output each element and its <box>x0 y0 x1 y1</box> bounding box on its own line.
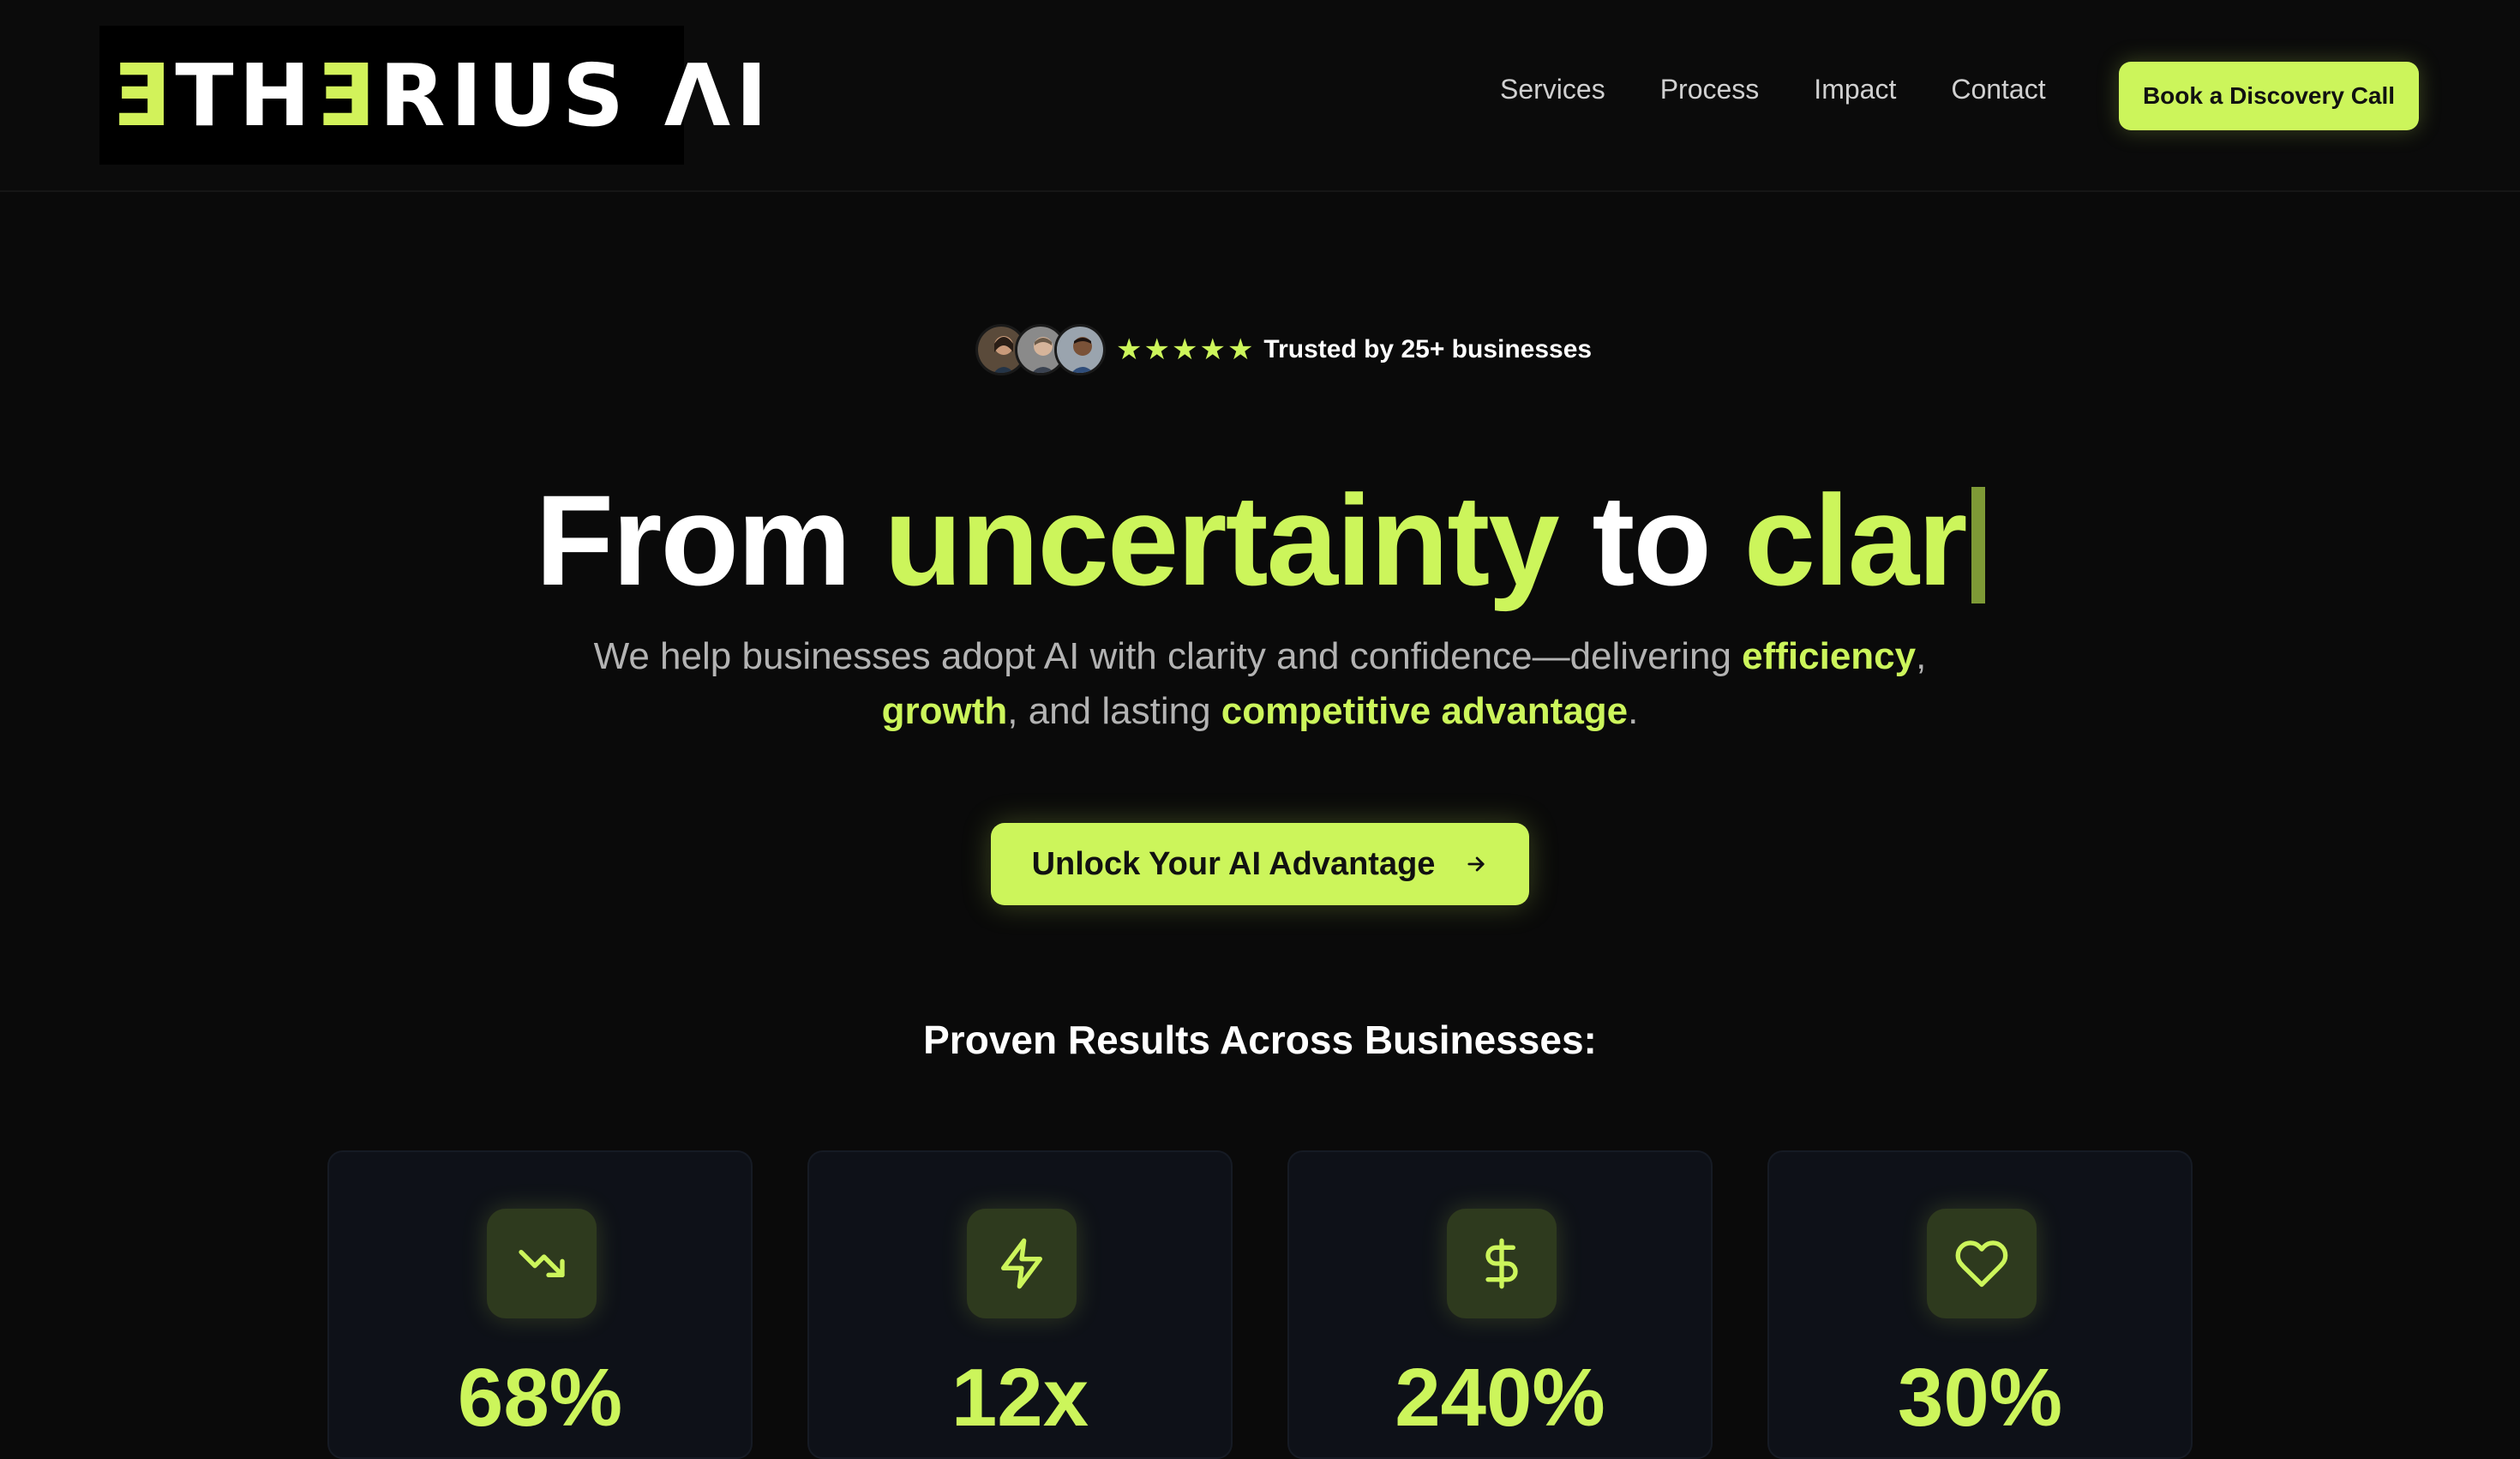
highlight-growth: growth <box>881 690 1008 732</box>
subheadline-text: We help businesses adopt AI with clarity… <box>593 635 1743 677</box>
stat-value: 12x <box>951 1352 1089 1444</box>
subheadline-text: , <box>1916 635 1927 677</box>
nav-services[interactable]: Services <box>1500 74 1605 105</box>
stat-card: 12x <box>807 1150 1233 1459</box>
logo-letter-e: Ǝ <box>111 45 176 146</box>
highlight-efficiency: efficiency <box>1742 635 1917 677</box>
logo-letters-th: TH <box>175 45 316 146</box>
headline-highlight: uncertainty <box>884 468 1560 612</box>
arrow-right-icon <box>1467 856 1485 872</box>
headline-text: From <box>535 468 885 612</box>
logo[interactable]: ƎTHƎRIUS ΛI <box>99 26 767 165</box>
cta-label: Unlock Your AI Advantage <box>1031 845 1436 882</box>
typing-caret <box>1971 487 1985 603</box>
stat-card: 240% <box>1287 1150 1713 1459</box>
heart-icon <box>1927 1209 2037 1318</box>
stat-value: 30% <box>1897 1352 2063 1444</box>
subheadline-text: , and lasting <box>1007 690 1221 732</box>
star-icon: ★ <box>1171 333 1198 366</box>
hero-subheadline: We help businesses adopt AI with clarity… <box>489 629 2031 739</box>
trust-text: Trusted by 25+ businesses <box>1263 335 1593 363</box>
lightning-icon <box>967 1209 1077 1318</box>
unlock-ai-advantage-button[interactable]: Unlock Your AI Advantage <box>991 823 1529 905</box>
logo-letter-e2: Ǝ <box>315 45 380 146</box>
book-discovery-call-button[interactable]: Book a Discovery Call <box>2119 62 2419 130</box>
site-header: ƎTHƎRIUS ΛI Services Process Impact Cont… <box>0 0 2520 192</box>
trending-down-icon <box>487 1209 597 1318</box>
stat-value: 240% <box>1395 1352 1605 1444</box>
nav-impact[interactable]: Impact <box>1814 74 1896 105</box>
headline-typing-word: clar <box>1743 468 1968 612</box>
rating-stars: ★ ★ ★ ★ ★ <box>1116 335 1253 364</box>
star-icon: ★ <box>1227 333 1254 366</box>
star-icon: ★ <box>1116 333 1143 366</box>
logo-letters-rius: RIUS <box>379 45 664 146</box>
star-icon: ★ <box>1143 333 1170 366</box>
star-icon: ★ <box>1199 333 1226 366</box>
main-nav: Services Process Impact Contact <box>1500 74 2046 105</box>
logo-wordmark: ƎTHƎRIUS ΛI <box>111 45 772 146</box>
dollar-icon <box>1447 1209 1557 1318</box>
highlight-competitive-advantage: competitive advantage <box>1221 690 1629 732</box>
trust-badge: ★ ★ ★ ★ ★ Trusted by 25+ businesses <box>975 324 1592 375</box>
avatar <box>1054 324 1106 375</box>
stat-card: 30% <box>1767 1150 2193 1459</box>
results-cards: 68% 12x 240% 30% <box>327 1150 2193 1459</box>
logo-letters-ai: ΛI <box>663 45 773 146</box>
results-title: Proven Results Across Businesses: <box>923 1018 1597 1062</box>
stat-card: 68% <box>327 1150 753 1459</box>
nav-process[interactable]: Process <box>1660 74 1760 105</box>
nav-contact[interactable]: Contact <box>1951 74 2045 105</box>
headline-text: to <box>1557 468 1744 612</box>
avatar-group <box>975 324 1106 375</box>
stat-value: 68% <box>457 1352 623 1444</box>
hero-headline: From uncertainty to clar <box>0 467 2520 613</box>
subheadline-text: . <box>1628 690 1639 732</box>
